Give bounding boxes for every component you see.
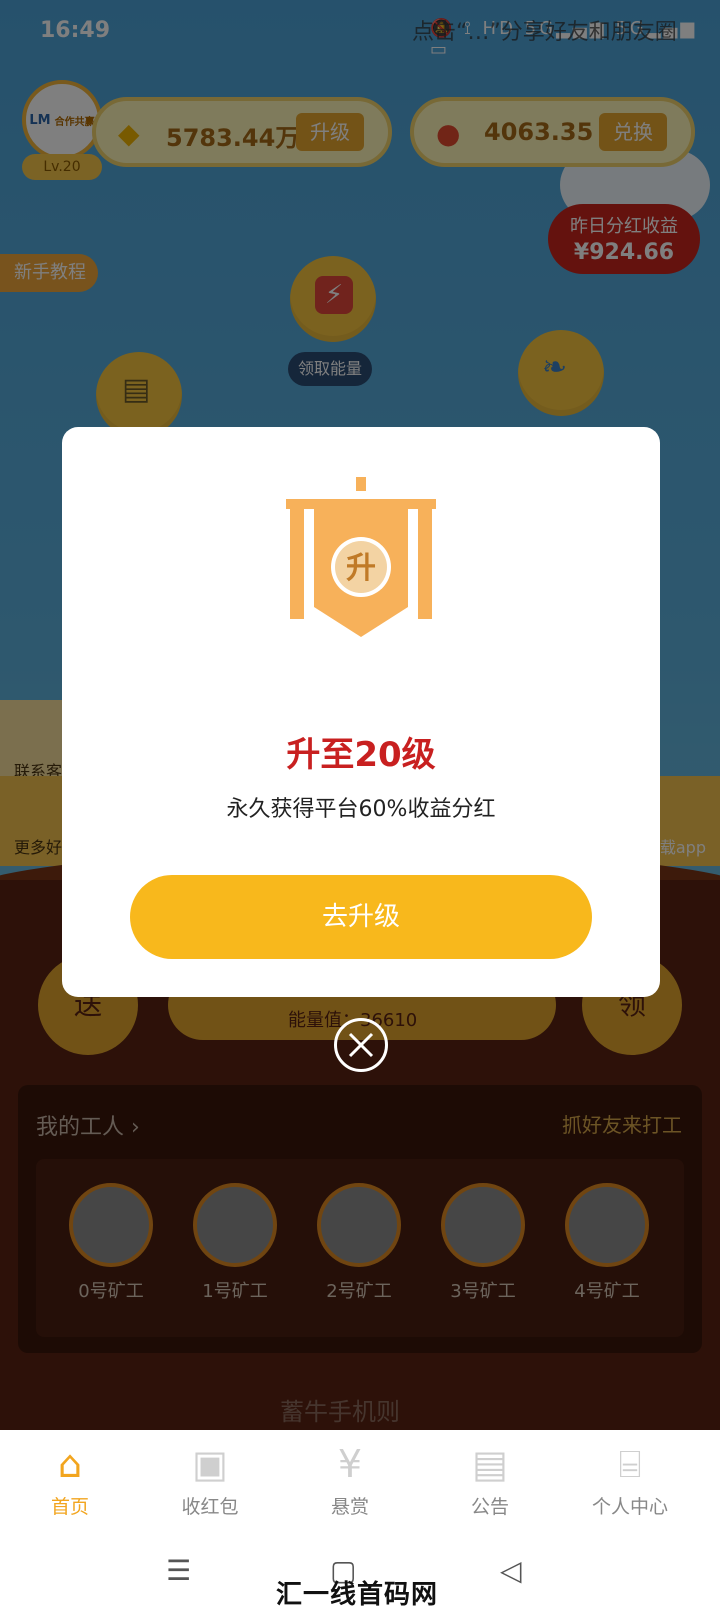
tab-profile[interactable]: ⌸ 个人中心 [570, 1438, 690, 1519]
dialog-subtitle: 永久获得平台60%收益分红 [226, 797, 496, 822]
tab-label: 个人中心 [591, 1496, 668, 1518]
upgrade-badge-char: 升 [346, 551, 376, 586]
close-dialog-button[interactable] [334, 1018, 388, 1072]
bottom-tab-bar: ⌂ 首页 ▣ 收红包 ¥ 悬赏 ▤ 公告 ⌸ 个人中心 [0, 1430, 720, 1538]
dialog-title: 升至20级 [286, 735, 436, 775]
tab-red-packet[interactable]: ▣ 收红包 [150, 1438, 270, 1519]
money-bag-icon: ¥ [337, 1442, 363, 1486]
home-icon: ⌂ [57, 1442, 83, 1486]
upgrade-banner-icon: 升 [286, 477, 436, 637]
go-upgrade-button[interactable]: 去升级 [130, 875, 592, 959]
announcement-icon: ▤ [472, 1442, 508, 1486]
tab-reward[interactable]: ¥ 悬赏 [290, 1438, 410, 1519]
tab-label: 收红包 [181, 1496, 239, 1518]
tab-label: 首页 [50, 1496, 89, 1518]
tab-label: 公告 [470, 1496, 509, 1518]
tab-label: 悬赏 [330, 1496, 369, 1518]
tab-announcement[interactable]: ▤ 公告 [430, 1438, 550, 1519]
watermark: 汇一线首码网 www.huiyixian.com [276, 1580, 576, 1612]
game-scene: 16:49 🔕 ⟟ HD 5G▂▄▆ 5G▂▄▆ ▭ 点击“…”分享好友和朋友圈… [0, 0, 720, 1430]
close-icon [348, 1032, 374, 1058]
tab-home[interactable]: ⌂ 首页 [10, 1438, 130, 1519]
shop-icon: ⌸ [618, 1442, 642, 1486]
upgrade-dialog: 升 升至20级 永久获得平台60%收益分红 去升级 [62, 427, 660, 997]
redpacket-icon: ▣ [192, 1442, 228, 1486]
menu-icon[interactable]: ☰ [166, 1554, 191, 1587]
